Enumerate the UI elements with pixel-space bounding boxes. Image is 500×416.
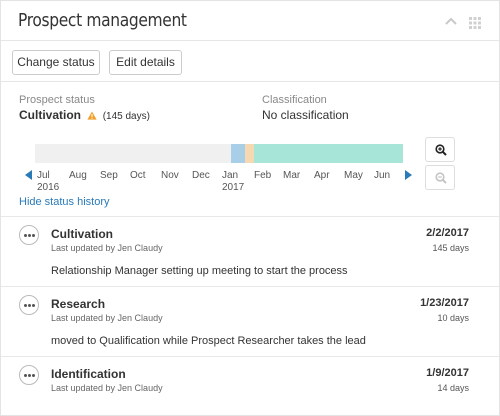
timeline-identification-segment (231, 144, 245, 163)
panel-title: Prospect management (18, 10, 187, 31)
zoom-out-icon (435, 172, 447, 184)
history-entry-updated: Last updated by Jen Claudy (51, 383, 163, 393)
chevron-up-icon[interactable] (445, 17, 457, 25)
month-label: Feb (254, 170, 272, 181)
history-entry-title: Identification (51, 367, 126, 381)
history-entry-note: moved to Qualification while Prospect Re… (51, 335, 366, 347)
prospect-status-label: Prospect status (19, 94, 95, 106)
more-options-button[interactable] (19, 225, 39, 245)
history-entry-note: Relationship Manager setting up meeting … (51, 265, 348, 277)
more-options-button[interactable] (19, 365, 39, 385)
history-entry-days: 145 days (432, 243, 469, 253)
timeline-research-segment (245, 144, 254, 163)
status-timeline (35, 144, 403, 163)
month-label: Nov (161, 170, 179, 181)
zoom-out-button[interactable] (425, 165, 455, 190)
year-label: 2017 (222, 182, 245, 193)
warning-icon (87, 111, 97, 120)
zoom-in-button[interactable] (425, 137, 455, 162)
classification-label: Classification (262, 94, 327, 106)
month-label: Aug (69, 170, 87, 181)
history-entry: Cultivation Last updated by Jen Claudy R… (1, 216, 499, 286)
panel-header: Prospect management (1, 1, 499, 41)
month-label: Jan (222, 170, 239, 181)
more-options-button[interactable] (19, 295, 39, 315)
prospect-management-panel: Prospect management Change status Edit d… (0, 0, 500, 416)
toolbar: Change status Edit details (1, 42, 499, 82)
status-days: (145 days) (102, 111, 150, 122)
history-entry-updated: Last updated by Jen Claudy (51, 243, 163, 253)
history-entry-updated: Last updated by Jen Claudy (51, 313, 163, 323)
edit-details-button[interactable]: Edit details (109, 50, 182, 75)
history-entry-title: Research (51, 297, 106, 311)
timeline-cultivation-segment (254, 144, 403, 163)
timeline-prev-arrow[interactable] (25, 170, 33, 180)
zoom-in-icon (435, 144, 447, 156)
history-entry: Identification Last updated by Jen Claud… (1, 356, 499, 416)
month-label: Jul (37, 170, 50, 181)
month-label: Mar (283, 170, 301, 181)
history-entry-date: 1/23/2017 (420, 297, 469, 309)
grid-icon[interactable] (469, 17, 481, 29)
month-label: Sep (100, 170, 118, 181)
hide-status-history-link[interactable]: Hide status history (19, 196, 109, 208)
change-status-button[interactable]: Change status (12, 50, 100, 75)
year-label: 2016 (37, 182, 60, 193)
classification-value: No classification (262, 108, 349, 122)
month-label: Jun (374, 170, 391, 181)
history-entry-days: 14 days (437, 383, 469, 393)
history-entry: Research Last updated by Jen Claudy move… (1, 286, 499, 356)
month-label: Dec (192, 170, 210, 181)
timeline-next-arrow[interactable] (404, 170, 412, 180)
history-entry-title: Cultivation (51, 227, 113, 241)
history-entry-days: 10 days (437, 313, 469, 323)
history-entry-date: 2/2/2017 (426, 227, 469, 239)
status-name: Cultivation (19, 108, 81, 122)
month-label: Apr (314, 170, 330, 181)
month-label: May (344, 170, 363, 181)
month-label: Oct (130, 170, 146, 181)
prospect-status-value: Cultivation (145 days) (19, 108, 150, 122)
history-entry-date: 1/9/2017 (426, 367, 469, 379)
